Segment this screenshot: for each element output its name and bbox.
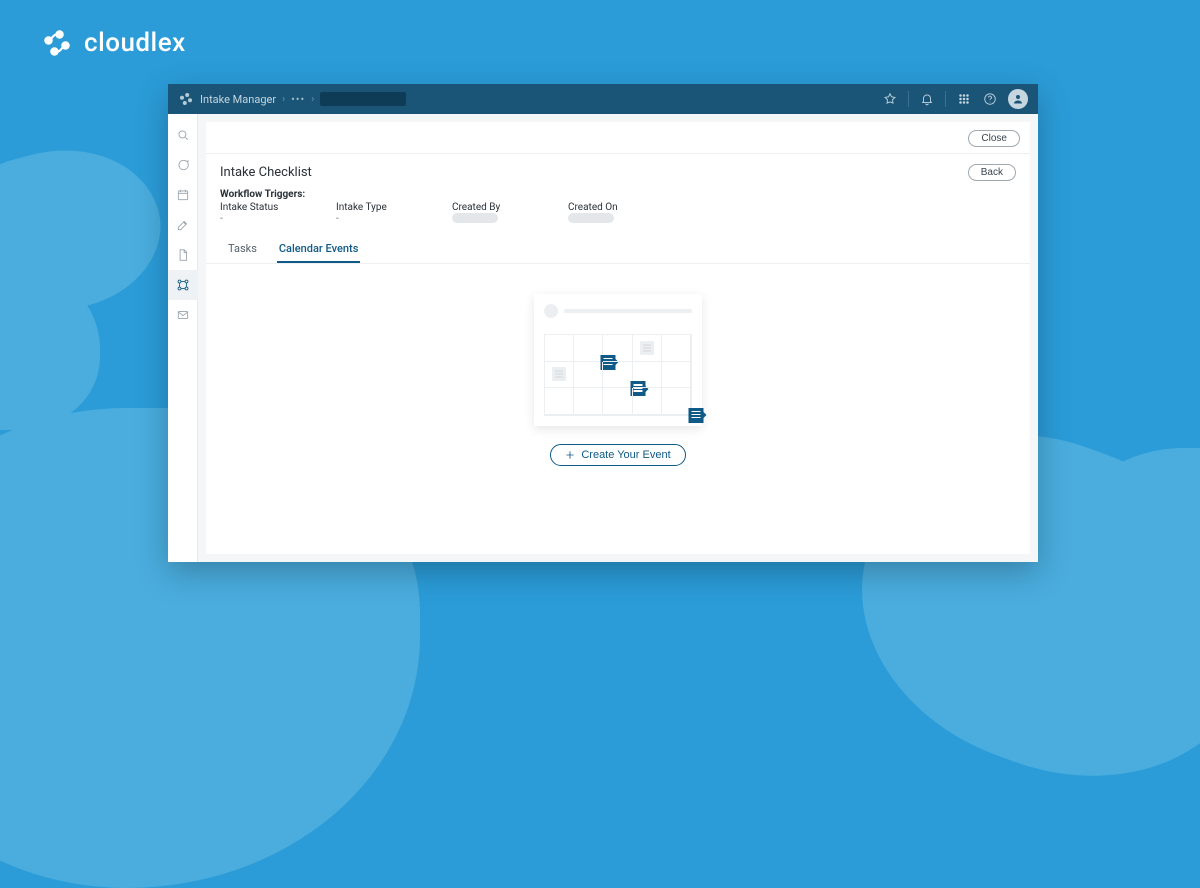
breadcrumb-current-redacted [320, 92, 406, 106]
apps-grid-icon[interactable] [956, 91, 972, 107]
content-panel: Close Intake Checklist Back Workflow Tri… [206, 122, 1030, 554]
close-button[interactable]: Close [968, 130, 1020, 147]
breadcrumb-separator: › [282, 94, 285, 105]
brand-name: cloudlex [84, 28, 186, 58]
app-title[interactable]: Intake Manager [200, 93, 276, 106]
plus-icon [565, 450, 575, 460]
trigger-intake-type-label: Intake Type [336, 202, 452, 213]
trigger-intake-status-value: - [220, 213, 336, 224]
trigger-created-on-value [568, 213, 684, 224]
help-icon[interactable] [982, 91, 998, 107]
trigger-created-by-value [452, 213, 568, 224]
titlebar: Intake Manager › ••• › [168, 84, 1038, 114]
breadcrumb-ellipsis[interactable]: ••• [291, 93, 305, 106]
trigger-created-on-label: Created On [568, 202, 684, 213]
page-title: Intake Checklist [220, 165, 312, 180]
trigger-intake-status-label: Intake Status [220, 202, 336, 213]
tab-calendar-events[interactable]: Calendar Events [277, 236, 360, 263]
tab-tasks[interactable]: Tasks [226, 236, 259, 263]
rail-calendar-icon[interactable] [168, 180, 198, 210]
brand-logo: cloudlex [40, 26, 186, 60]
breadcrumb-separator: › [311, 94, 314, 105]
back-button[interactable]: Back [968, 164, 1016, 181]
workflow-triggers: Workflow Triggers: Intake Status - Intak… [206, 185, 1030, 232]
rail-mail-icon[interactable] [168, 300, 198, 330]
rail-search-icon[interactable] [168, 120, 198, 150]
tabs: Tasks Calendar Events [206, 232, 1030, 264]
triggers-title: Workflow Triggers: [220, 189, 1016, 200]
app-window: Intake Manager › ••• › [168, 84, 1038, 562]
app-logo-icon [178, 91, 194, 107]
create-event-label: Create Your Event [581, 449, 670, 461]
rail-workflow-icon[interactable] [168, 270, 198, 300]
bell-icon[interactable] [919, 91, 935, 107]
create-event-button[interactable]: Create Your Event [550, 444, 685, 466]
cloudlex-logo-icon [40, 26, 74, 60]
rail-document-icon[interactable] [168, 240, 198, 270]
trigger-intake-type-value: - [336, 213, 452, 224]
rail-edit-icon[interactable] [168, 210, 198, 240]
star-icon[interactable] [882, 91, 898, 107]
empty-state-illustration [534, 294, 702, 426]
siderail [168, 114, 198, 562]
rail-chat-icon[interactable] [168, 150, 198, 180]
user-avatar[interactable] [1008, 89, 1028, 109]
empty-state: Create Your Event [206, 264, 1030, 554]
trigger-created-by-label: Created By [452, 202, 568, 213]
